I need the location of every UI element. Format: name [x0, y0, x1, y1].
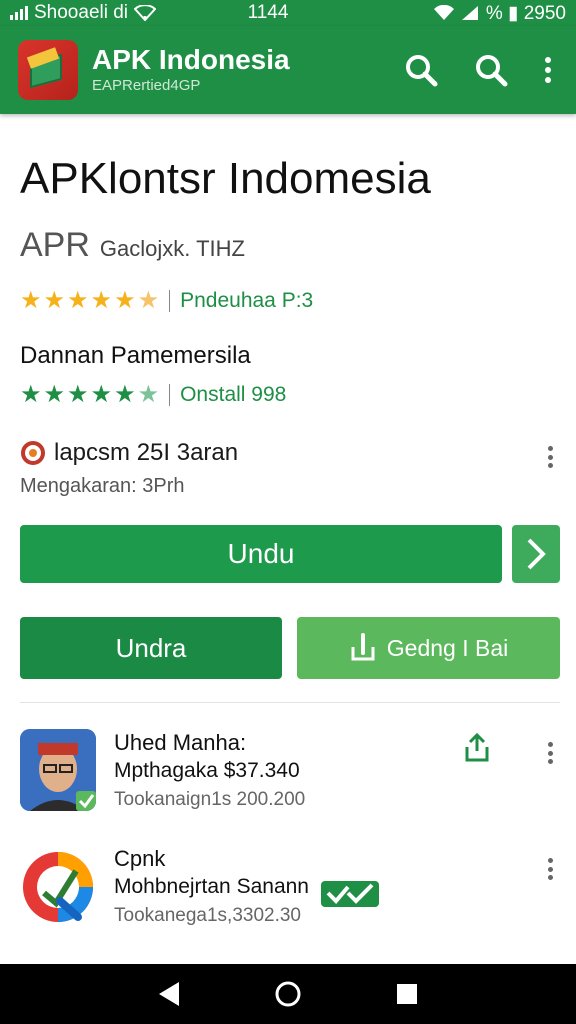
secondary-button[interactable]: Undra	[20, 617, 282, 679]
app-logo-icon[interactable]	[18, 40, 78, 100]
star-half-icon: ★	[137, 287, 160, 314]
section-label: Dannan Pamemersila	[20, 342, 251, 369]
star-icon: ★	[67, 287, 89, 314]
carrier-label: Shooaeli di	[34, 2, 129, 23]
list-item[interactable]: Uhed Manha: Mpthagaka $37.340 Tookanaign…	[20, 729, 560, 819]
gear-badge-icon	[21, 441, 45, 465]
clock: 1144	[247, 2, 289, 23]
info-row: lapcsm 25I 3aran Mengakaran: 3Prh	[20, 439, 560, 503]
person-avatar	[20, 729, 96, 811]
chevron-right-icon	[527, 538, 546, 570]
rating-label-primary: Pndeuhaa P:3	[180, 288, 314, 312]
list-item-title: Cpnk	[114, 846, 166, 871]
home-icon[interactable]	[268, 974, 308, 1014]
list-item-meta: Tookanaign1s 200.200	[114, 789, 306, 810]
app-bar-subtitle: EAPRertied4GP	[92, 77, 201, 94]
star-rating-gold: ★ ★ ★ ★ ★ ★	[20, 286, 159, 315]
star-half-icon: ★	[137, 381, 160, 408]
share-icon[interactable]	[464, 733, 490, 763]
touch-icon	[351, 633, 375, 661]
developer-code: APR	[20, 226, 90, 264]
info-subtitle: Mengakaran: 3Prh	[20, 475, 185, 497]
app-logo-google-style	[20, 845, 96, 927]
more-vert-icon[interactable]	[538, 47, 558, 93]
system-nav-bar	[0, 964, 576, 1024]
list-item-subtitle: Mohbnejrtan Sanann	[114, 875, 309, 898]
star-icon: ★	[43, 381, 66, 408]
rating-row-secondary: ★ ★ ★ ★ ★ ★ Onstall 998	[20, 380, 286, 409]
divider	[20, 702, 560, 703]
star-icon: ★	[20, 381, 42, 408]
list-item[interactable]: Cpnk Mohbnejrtan Sanann Tookanega1s,3302…	[20, 845, 560, 935]
verified-check-icon	[321, 881, 379, 907]
wifi-icon-right	[433, 5, 454, 20]
search-icon[interactable]	[468, 47, 514, 93]
star-icon: ★	[90, 287, 113, 314]
recents-icon[interactable]	[387, 974, 427, 1014]
share-button-label: Gedng I Bai	[386, 634, 509, 661]
rating-row-primary: ★ ★ ★ ★ ★ ★ Pndeuhaa P:3	[20, 286, 313, 315]
star-icon: ★	[43, 287, 66, 314]
star-icon: ★	[114, 381, 136, 408]
rating-label-secondary: Onstall 998	[180, 382, 287, 406]
star-icon: ★	[114, 287, 136, 314]
signal-icon	[10, 6, 28, 20]
star-icon: ★	[90, 381, 113, 408]
star-rating-green: ★ ★ ★ ★ ★ ★	[20, 380, 159, 409]
app-bar-title: APK Indonesia	[92, 44, 290, 75]
more-vert-icon[interactable]	[540, 855, 560, 883]
app-title: APKlontsr Indomesia	[20, 154, 431, 203]
search-icon[interactable]	[398, 47, 444, 93]
app-bar: APK Indonesia EAPRertied4GP	[0, 26, 576, 114]
cell-signal-icon	[461, 6, 478, 20]
star-icon: ★	[67, 381, 89, 408]
wifi-icon	[134, 5, 157, 21]
list-item-title: Uhed Manha:	[114, 730, 247, 755]
next-button[interactable]	[512, 525, 560, 583]
list-item-subtitle: Mpthagaka $37.340	[114, 759, 300, 782]
battery-label: % ▮ 2950	[485, 2, 566, 24]
list-item-meta: Tookanega1s,3302.30	[114, 905, 301, 926]
more-vert-icon[interactable]	[540, 443, 560, 471]
download-button[interactable]: Undu	[20, 525, 502, 583]
share-button[interactable]: Gedng I Bai	[297, 617, 560, 679]
back-icon[interactable]	[149, 974, 189, 1014]
star-icon: ★	[20, 287, 42, 314]
developer-row[interactable]: APR Gaclojxk. TIHZ	[20, 226, 245, 265]
developer-name: Gaclojxk. TIHZ	[99, 236, 245, 261]
info-title: lapcsm 25I 3aran	[54, 439, 239, 466]
more-vert-icon[interactable]	[540, 739, 560, 767]
status-bar: Shooaeli di 1144 % ▮ 2950	[0, 0, 576, 26]
